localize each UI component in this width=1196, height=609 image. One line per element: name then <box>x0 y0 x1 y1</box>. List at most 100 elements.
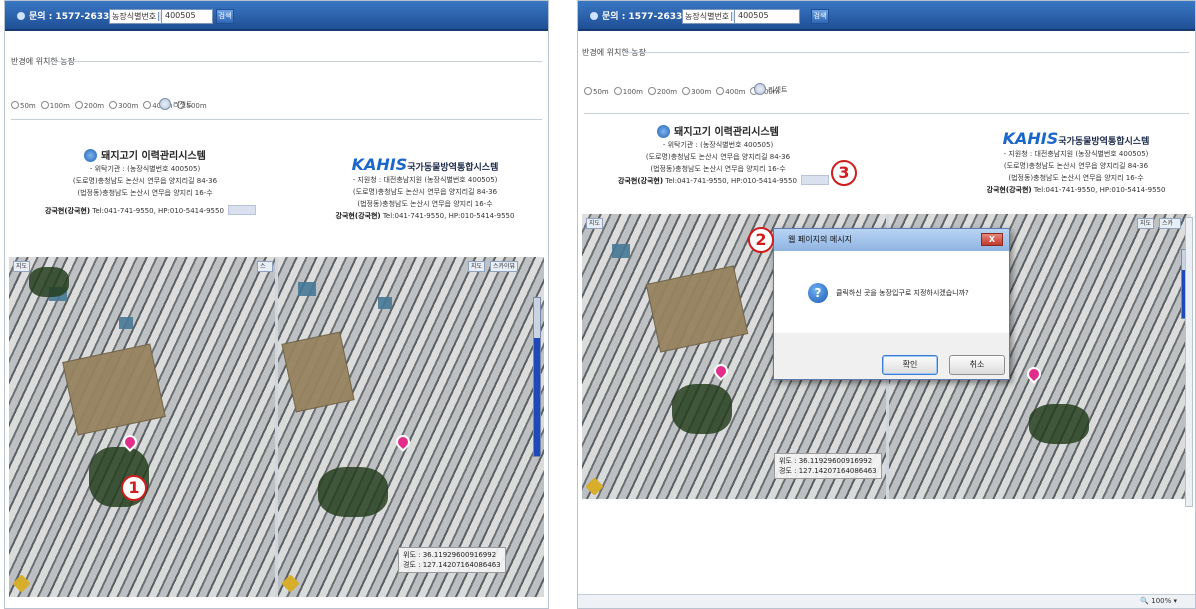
search-button[interactable]: 검색 <box>811 9 829 24</box>
dialog-question: 클릭하신 곳을 농장입구로 지정하시겠습니까? <box>836 289 969 297</box>
cancel-button[interactable]: 취소 <box>949 355 1005 375</box>
card-manager: 강국현(강국현) Tel:041-741-9550, HP:010-5414-9… <box>618 175 829 187</box>
trace-system-card: 돼지고기 이력관리시스템 - 위탁기관 : (농장식별번호 400505) (도… <box>45 149 256 217</box>
mini-button[interactable] <box>800 175 829 185</box>
card-line: (법정동)충청남도 논산시 연무읍 양지리 16-수 <box>357 200 493 208</box>
card-title: 돼지고기 이력관리시스템 <box>45 149 245 163</box>
map-pin-icon[interactable] <box>393 432 413 452</box>
skyview-button[interactable]: 스카이뷰 <box>257 261 273 272</box>
card-line: - 위탁기관 : (농장식별번호 400505) <box>89 165 201 173</box>
search-button[interactable]: 검색 <box>216 9 234 24</box>
map-feature <box>281 331 355 413</box>
manager-name: 강국현(강국현) <box>335 212 381 220</box>
left-screenshot: 문의 : 1577-2633 농장식별번호▾ 400505 검색 반경에 위치한… <box>4 0 549 609</box>
mini-button[interactable] <box>227 205 256 215</box>
card-line: (도로명)충청남도 논산시 연무읍 양지리길 84-36 <box>645 153 791 161</box>
close-icon[interactable]: X <box>981 233 1003 246</box>
zoom-slider[interactable] <box>533 297 541 457</box>
radius-50m[interactable]: 50m <box>11 102 36 110</box>
map-feature <box>29 267 69 297</box>
card-line: (도로명)충청남도 논산시 연무읍 양지리길 84-36 <box>352 188 498 196</box>
card-line: (법정동)충청남도 논산시 연무읍 양지리 16-수 <box>1008 174 1144 182</box>
coordinate-box: 위도 : 36.11929600916992 경도 : 127.142071640… <box>774 453 882 479</box>
map-pin-icon[interactable] <box>711 361 731 381</box>
satellite-map-left[interactable]: 지도 스카이뷰 1 <box>9 257 275 597</box>
radius-400m[interactable]: 400m <box>716 88 745 96</box>
manager-phone: Tel:041-741-9550, HP:010-5414-9550 <box>665 177 797 185</box>
kahis-logo: KAHIS <box>351 155 408 174</box>
card-title-text: 돼지고기 이력관리시스템 <box>674 127 779 138</box>
zoom-value: 100% <box>1151 597 1172 605</box>
refresh-icon <box>159 98 171 110</box>
kahis-logo: KAHIS <box>1002 129 1059 148</box>
card-manager: 강국현(강국현) Tel:041-741-9550, HP:010-5414-9… <box>966 184 1186 196</box>
kahis-subtitle: 국가동물방역통합시스템 <box>1058 137 1150 147</box>
top-toolbar: 문의 : 1577-2633 농장식별번호▾ 400505 검색 <box>5 1 548 31</box>
map-feature <box>119 317 133 329</box>
pig-logo-icon <box>84 149 98 162</box>
manager-phone: Tel:041-741-9550, HP:010-5414-9550 <box>92 207 224 215</box>
divider-line <box>584 113 1189 114</box>
compass-icon[interactable] <box>12 574 31 593</box>
skyview-button[interactable]: 스카이뷰 <box>1159 218 1181 229</box>
farm-number-input[interactable]: 400505 <box>734 9 800 24</box>
right-screenshot: 문의 : 1577-2633 농장식별번호▾ 400505 검색 반경에 위치한… <box>577 0 1196 609</box>
select-value: 농장식별번호 <box>685 12 730 21</box>
manager-name: 강국현(강국현) <box>618 177 664 185</box>
ok-button[interactable]: 확인 <box>882 355 938 375</box>
map-pin-icon[interactable] <box>1024 364 1044 384</box>
map-type-button[interactable]: 지도 <box>13 261 31 272</box>
map-feature <box>612 244 630 258</box>
refresh-icon <box>754 83 766 95</box>
map-type-button[interactable]: 지도 <box>468 261 486 272</box>
select-value: 농장식별번호 <box>112 12 157 21</box>
radius-300m[interactable]: 300m <box>109 102 138 110</box>
card-line: (법정동)충청남도 논산시 연무읍 양지리 16-수 <box>77 189 213 197</box>
radius-200m[interactable]: 200m <box>75 102 104 110</box>
map-feature <box>318 467 388 517</box>
radius-300m[interactable]: 300m <box>682 88 711 96</box>
radius-200m[interactable]: 200m <box>648 88 677 96</box>
coordinate-box: 위도 : 36.11929600916992 경도 : 127.142071640… <box>398 547 506 573</box>
refresh-button[interactable]: 리셋트 <box>754 83 787 95</box>
longitude: 경도 : 127.14207164086463 <box>779 467 877 475</box>
kahis-title: KAHIS국가동물방역통합시스템 <box>966 131 1186 148</box>
scrollbar[interactable] <box>1185 217 1193 507</box>
card-manager: 강국현(강국현) Tel:041-741-9550, HP:010-5414-9… <box>45 205 256 217</box>
zoom-icon: 🔍 <box>1140 597 1152 605</box>
card-line: (법정동)충청남도 논산시 연무읍 양지리 16-수 <box>650 165 786 173</box>
kahis-title: KAHIS국가동물방역통합시스템 <box>325 157 525 174</box>
contact-info: 문의 : 1577-2633 <box>17 9 109 22</box>
satellite-map-right[interactable]: 지도 스카이뷰 위도 : 36.11929600916992 경도 : 127.1… <box>278 257 544 597</box>
radius-100m[interactable]: 100m <box>41 102 70 110</box>
manager-name: 강국현(강국현) <box>986 186 1032 194</box>
manager-phone: Tel:041-741-9550, HP:010-5414-9550 <box>382 212 515 220</box>
card-manager: 강국현(강국현) Tel:041-741-9550, HP:010-5414-9… <box>325 210 525 222</box>
skyview-button[interactable]: 스카이뷰 <box>490 261 519 272</box>
zoom-level-status[interactable]: 🔍 100% ▾ <box>1140 597 1177 605</box>
contact-text: 문의 : 1577-2633 <box>29 12 110 22</box>
map-type-button[interactable]: 지도 <box>586 218 604 229</box>
card-line: (도로명)충청남도 논산시 연무읍 양지리길 84-36 <box>1003 162 1149 170</box>
farm-number-input[interactable]: 400505 <box>161 9 213 24</box>
refresh-button[interactable]: 리셋트 <box>159 98 192 110</box>
contact-info: 문의 : 1577-2633 <box>590 9 682 22</box>
card-title: 돼지고기 이력관리시스템 <box>618 125 818 139</box>
latitude: 위도 : 36.11929600916992 <box>403 551 497 559</box>
pig-logo-icon <box>657 125 671 138</box>
kahis-card: KAHIS국가동물방역통합시스템 - 지원청 : 대전충남지원 (농장식별번호 … <box>325 157 525 222</box>
compass-icon[interactable] <box>585 477 604 496</box>
map-type-button[interactable]: 지도 <box>1137 218 1155 229</box>
question-icon: ? <box>808 283 828 303</box>
longitude: 경도 : 127.14207164086463 <box>403 561 501 569</box>
map-feature <box>298 282 316 296</box>
radius-100m[interactable]: 100m <box>614 88 643 96</box>
radius-50m[interactable]: 50m <box>584 88 609 96</box>
step-marker-2: 2 <box>748 227 774 253</box>
card-line: - 위탁기관 : (농장식별번호 400505) <box>662 141 774 149</box>
status-bar: 🔍 100% ▾ <box>578 594 1195 608</box>
latitude: 위도 : 36.11929600916992 <box>779 457 873 465</box>
compass-icon[interactable] <box>281 574 300 593</box>
contact-text: 문의 : 1577-2633 <box>602 12 683 22</box>
top-toolbar: 문의 : 1577-2633 농장식별번호▾ 400505 검색 <box>578 1 1195 31</box>
